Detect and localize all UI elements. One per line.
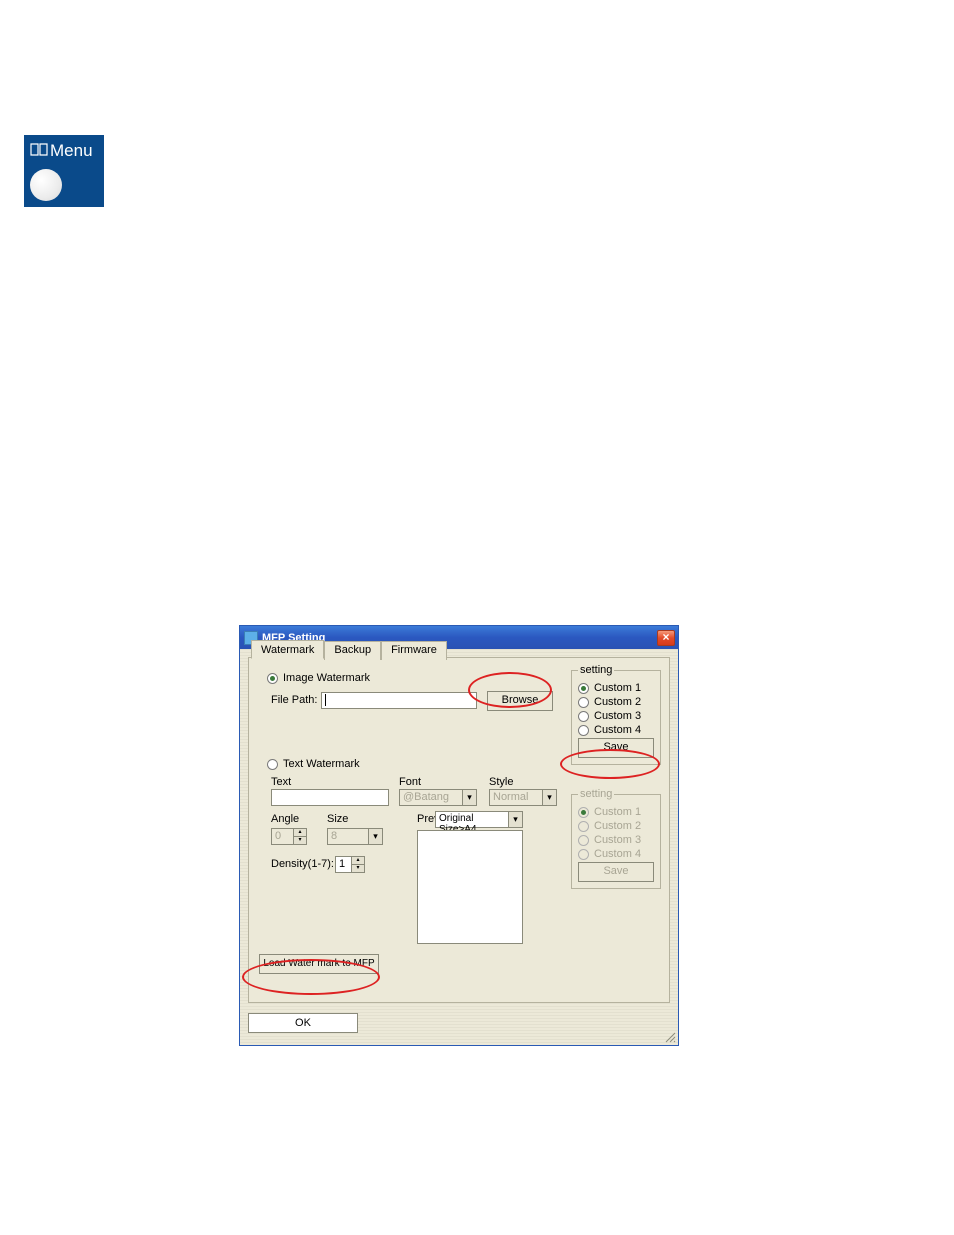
- custom3b-row: Custom 3: [578, 834, 654, 846]
- text-input[interactable]: [271, 789, 389, 806]
- setting-top-legend: setting: [578, 664, 614, 676]
- custom4-row: Custom 4: [578, 724, 654, 736]
- custom1-label: Custom 1: [594, 682, 641, 694]
- custom2-radio[interactable]: [578, 697, 589, 708]
- custom4b-radio: [578, 849, 589, 860]
- setting-group-bottom: setting Custom 1 Custom 2 Custom 3 Custo…: [571, 788, 661, 889]
- file-path-input[interactable]: [321, 692, 477, 709]
- tab-firmware[interactable]: Firmware: [381, 641, 447, 660]
- custom4-label: Custom 4: [594, 724, 641, 736]
- style-value: Normal: [489, 789, 542, 806]
- custom1b-label: Custom 1: [594, 806, 641, 818]
- image-watermark-radio[interactable]: [267, 673, 278, 684]
- custom2b-row: Custom 2: [578, 820, 654, 832]
- ok-button[interactable]: OK: [248, 1013, 358, 1033]
- text-watermark-radio[interactable]: [267, 759, 278, 770]
- angle-spin-buttons[interactable]: ▴▾: [293, 828, 307, 845]
- text-watermark-label: Text Watermark: [283, 758, 360, 770]
- mfp-setting-dialog: MFP Setting × Watermark Backup Firmware …: [239, 625, 679, 1046]
- browse-button[interactable]: Browse: [487, 691, 553, 711]
- image-watermark-label: Image Watermark: [283, 672, 370, 684]
- tab-strip: Watermark Backup Firmware: [251, 639, 447, 658]
- chevron-up-icon: ▴: [351, 856, 365, 864]
- menu-tile-label: Menu: [50, 141, 93, 161]
- resize-grip[interactable]: [664, 1031, 676, 1043]
- angle-label: Angle: [271, 813, 299, 825]
- custom3b-radio: [578, 835, 589, 846]
- preview-area: [417, 830, 523, 944]
- tab-watermark[interactable]: Watermark: [251, 640, 324, 659]
- angle-spin[interactable]: 0 ▴▾: [271, 828, 307, 845]
- chevron-down-icon: ▾: [351, 864, 365, 873]
- font-value: @Batang: [399, 789, 462, 806]
- custom2b-radio: [578, 821, 589, 832]
- size-label: Size: [327, 813, 348, 825]
- size-value: 8: [327, 828, 368, 845]
- setting-group-top: setting Custom 1 Custom 2 Custom 3 Custo…: [571, 664, 661, 765]
- density-spin-buttons[interactable]: ▴▾: [351, 856, 365, 873]
- chevron-down-icon: ▾: [508, 811, 523, 828]
- custom3-row: Custom 3: [578, 710, 654, 722]
- menu-tile[interactable]: Menu: [24, 135, 104, 207]
- chevron-down-icon: ▾: [368, 828, 383, 845]
- density-value: 1: [335, 856, 351, 873]
- text-watermark-row: Text Watermark: [267, 758, 360, 770]
- custom1b-radio: [578, 807, 589, 818]
- menu-tile-button[interactable]: [30, 169, 62, 201]
- save-bottom-button: Save: [578, 862, 654, 882]
- dialog-body: Watermark Backup Firmware Image Watermar…: [240, 649, 678, 1045]
- custom3-radio[interactable]: [578, 711, 589, 722]
- image-watermark-row: Image Watermark: [267, 672, 370, 684]
- book-icon: [30, 143, 48, 157]
- save-top-button[interactable]: Save: [578, 738, 654, 758]
- preview-combo[interactable]: Original Size>A4 ▾: [435, 811, 523, 828]
- chevron-down-icon: ▾: [462, 789, 477, 806]
- font-label: Font: [399, 776, 421, 788]
- style-combo[interactable]: Normal ▾: [489, 789, 557, 806]
- chevron-up-icon: ▴: [293, 828, 307, 836]
- file-path-label: File Path:: [271, 694, 317, 706]
- size-combo[interactable]: 8 ▾: [327, 828, 383, 845]
- custom1-radio[interactable]: [578, 683, 589, 694]
- tab-backup[interactable]: Backup: [324, 641, 381, 660]
- font-combo[interactable]: @Batang ▾: [399, 789, 477, 806]
- density-label: Density(1-7):: [271, 858, 334, 870]
- chevron-down-icon: ▾: [293, 836, 307, 845]
- custom3-label: Custom 3: [594, 710, 641, 722]
- custom2-row: Custom 2: [578, 696, 654, 708]
- custom4-radio[interactable]: [578, 725, 589, 736]
- custom4b-label: Custom 4: [594, 848, 641, 860]
- setting-bottom-legend: setting: [578, 788, 614, 800]
- custom2-label: Custom 2: [594, 696, 641, 708]
- custom1b-row: Custom 1: [578, 806, 654, 818]
- custom2b-label: Custom 2: [594, 820, 641, 832]
- load-watermark-button[interactable]: Load Water mark to MFP: [259, 954, 379, 974]
- custom3b-label: Custom 3: [594, 834, 641, 846]
- text-label: Text: [271, 776, 291, 788]
- tab-panel: Watermark Backup Firmware Image Watermar…: [248, 657, 670, 1003]
- custom4b-row: Custom 4: [578, 848, 654, 860]
- density-spin[interactable]: 1 ▴▾: [335, 856, 365, 873]
- chevron-down-icon: ▾: [542, 789, 557, 806]
- close-button[interactable]: ×: [657, 630, 675, 646]
- angle-value: 0: [271, 828, 293, 845]
- custom1-row: Custom 1: [578, 682, 654, 694]
- style-label: Style: [489, 776, 513, 788]
- preview-value: Original Size>A4: [435, 811, 508, 828]
